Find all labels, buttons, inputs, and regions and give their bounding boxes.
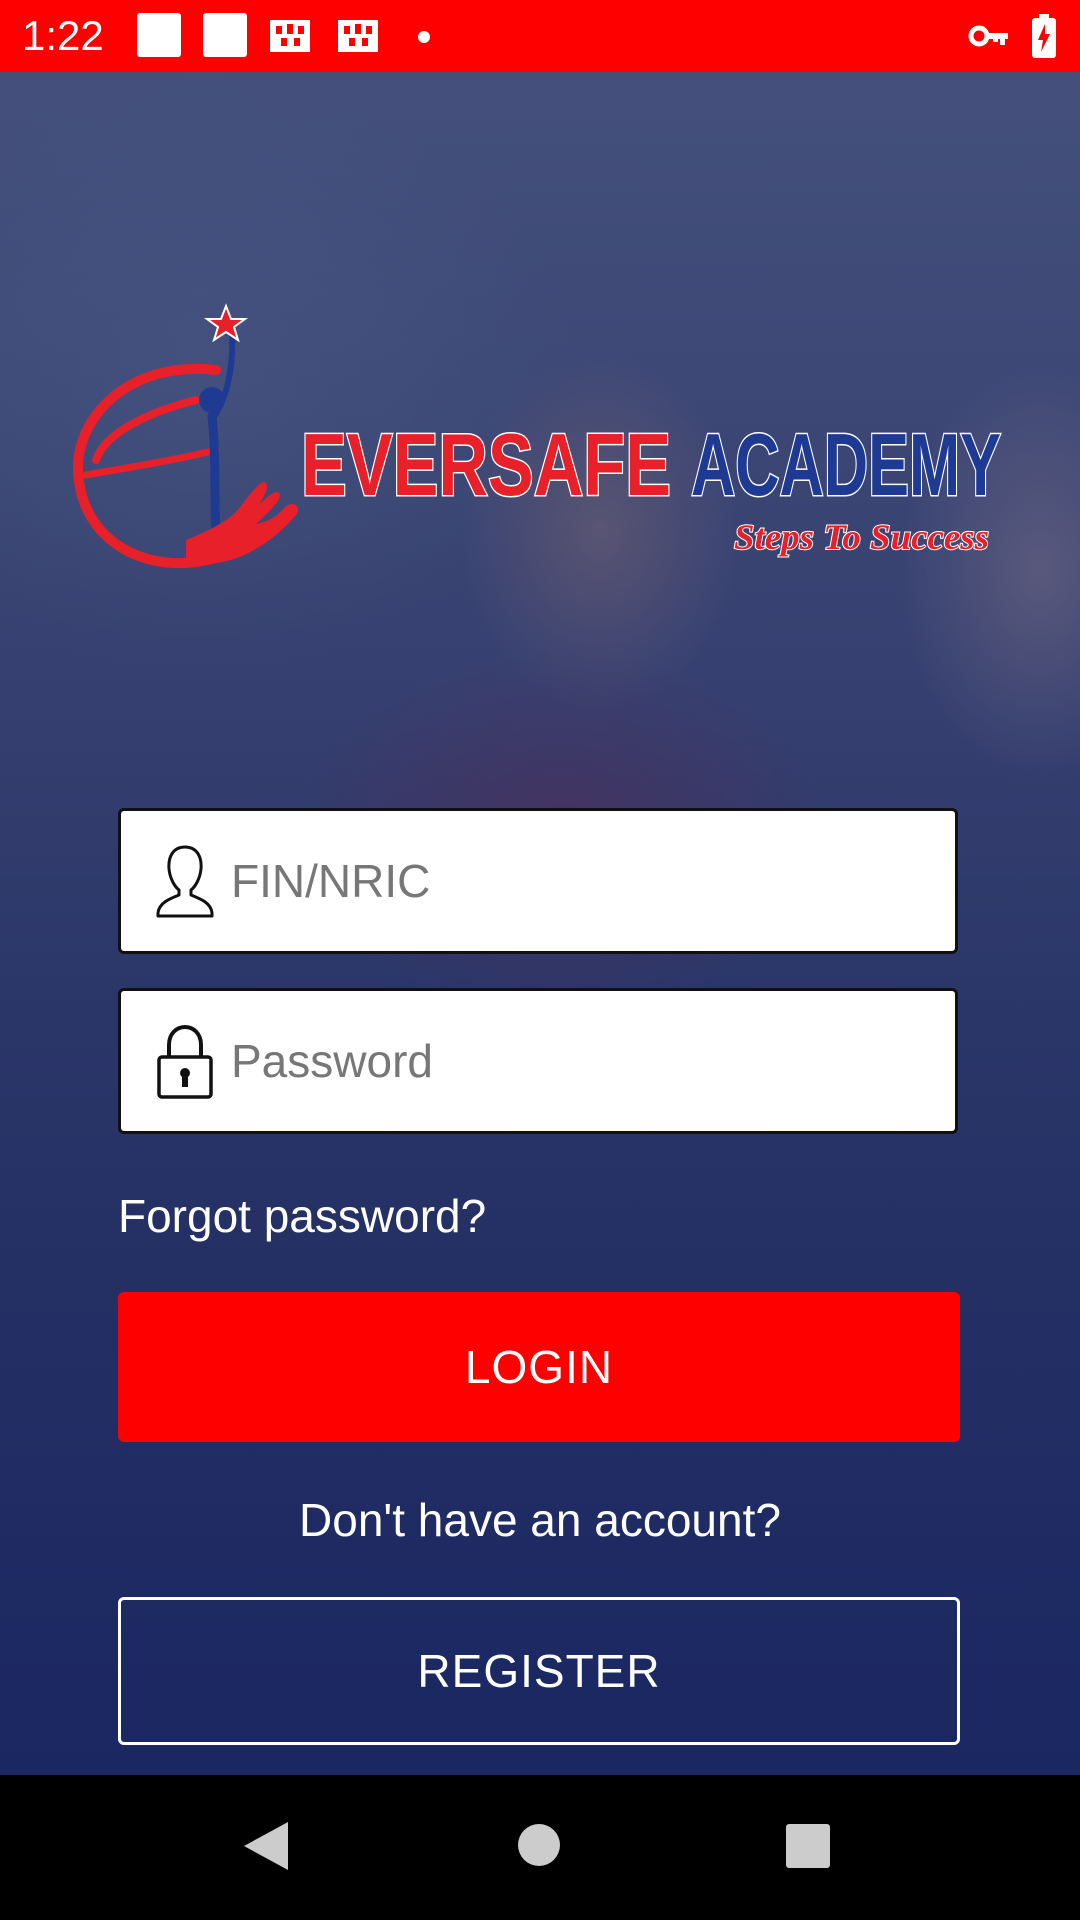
register-button[interactable]: REGISTER <box>118 1597 960 1745</box>
lock-icon <box>157 1024 213 1099</box>
navigation-bar <box>0 1775 1080 1920</box>
logo-brand-left: EVERSAFE <box>301 415 671 514</box>
back-icon[interactable] <box>242 1820 290 1872</box>
recents-icon[interactable] <box>786 1824 830 1868</box>
fin-nric-input[interactable] <box>231 811 931 951</box>
eversafe-academy-logo: EVERSAFE ACADEMY Steps To Success <box>72 303 1003 569</box>
vpn-key-icon <box>968 25 1008 47</box>
login-button[interactable]: LOGIN <box>118 1292 960 1442</box>
square-icon <box>137 13 181 57</box>
password-field[interactable] <box>118 988 958 1134</box>
logo-tagline: Steps To Success <box>734 517 989 557</box>
login-screen: 1:22 EVERSAFE ACADEMY Steps To Success F… <box>0 0 1080 1920</box>
status-time: 1:22 <box>22 12 104 59</box>
user-icon <box>156 845 214 918</box>
notification-icon <box>338 20 378 52</box>
fin-nric-field[interactable] <box>118 808 958 954</box>
password-input[interactable] <box>231 991 931 1131</box>
battery-charging-icon <box>1032 14 1056 58</box>
no-account-text: Don't have an account? <box>299 1494 781 1546</box>
square-icon <box>203 13 247 57</box>
forgot-password-link[interactable]: Forgot password? <box>118 1188 486 1244</box>
home-icon[interactable] <box>517 1823 561 1867</box>
logo-brand-right: ACADEMY <box>691 415 1001 514</box>
status-bar: 1:22 <box>0 0 1080 72</box>
dot-icon <box>418 31 430 43</box>
notification-icon <box>270 20 310 52</box>
